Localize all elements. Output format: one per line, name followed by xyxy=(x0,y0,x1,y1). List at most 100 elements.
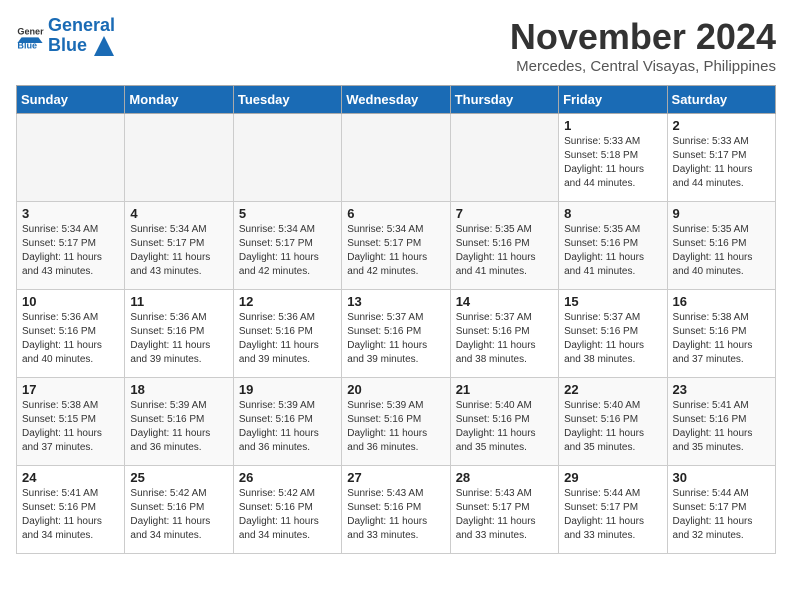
day-number: 3 xyxy=(22,206,119,221)
day-info: Sunrise: 5:34 AM Sunset: 5:17 PM Dayligh… xyxy=(130,223,227,279)
day-info: Sunrise: 5:37 AM Sunset: 5:16 PM Dayligh… xyxy=(564,311,661,367)
calendar-cell: 9Sunrise: 5:35 AM Sunset: 5:16 PM Daylig… xyxy=(667,202,775,290)
day-info: Sunrise: 5:36 AM Sunset: 5:16 PM Dayligh… xyxy=(239,311,336,367)
day-info: Sunrise: 5:35 AM Sunset: 5:16 PM Dayligh… xyxy=(673,223,770,279)
calendar-cell: 23 Sunrise: 5:41 AM Sunset: 5:16 PM Dayli… xyxy=(667,378,775,466)
calendar-cell: 10Sunrise: 5:36 AM Sunset: 5:16 PM Dayli… xyxy=(17,290,125,378)
day-info: Sunrise: 5:36 AM Sunset: 5:16 PM Dayligh… xyxy=(22,311,119,367)
day-number: 6 xyxy=(347,206,444,221)
day-info: Sunrise: 5:37 AM Sunset: 5:16 PM Dayligh… xyxy=(456,311,553,367)
day-info: Sunrise: 5:40 AM Sunset: 5:16 PM Dayligh… xyxy=(456,399,553,455)
day-number: 18 xyxy=(130,382,227,397)
day-number: 5 xyxy=(239,206,336,221)
day-info: Sunrise: 5:38 AM Sunset: 5:16 PM Dayligh… xyxy=(673,311,770,367)
day-info: Sunrise: 5:41 AM Sunset: 5:16 PM Dayligh… xyxy=(673,399,770,455)
day-number: 30 xyxy=(673,470,770,485)
day-info: Sunrise: 5:34 AM Sunset: 5:17 PM Dayligh… xyxy=(239,223,336,279)
day-number: 28 xyxy=(456,470,553,485)
day-number: 16 xyxy=(673,294,770,309)
calendar-cell: 19Sunrise: 5:39 AM Sunset: 5:16 PM Dayli… xyxy=(233,378,341,466)
day-number: 26 xyxy=(239,470,336,485)
logo: General Blue General Blue xyxy=(16,16,115,56)
calendar-cell: 16 Sunrise: 5:38 AM Sunset: 5:16 PM Dayli… xyxy=(667,290,775,378)
day-number: 21 xyxy=(456,382,553,397)
day-number: 17 xyxy=(22,382,119,397)
day-number: 19 xyxy=(239,382,336,397)
calendar-header-row: SundayMondayTuesdayWednesdayThursdayFrid… xyxy=(17,86,776,114)
logo-triangle-icon xyxy=(94,36,114,56)
day-info: Sunrise: 5:41 AM Sunset: 5:16 PM Dayligh… xyxy=(22,487,119,543)
logo-general: General xyxy=(48,15,115,35)
day-number: 1 xyxy=(564,118,661,133)
day-info: Sunrise: 5:40 AM Sunset: 5:16 PM Dayligh… xyxy=(564,399,661,455)
day-number: 15 xyxy=(564,294,661,309)
calendar-cell: 8 Sunrise: 5:35 AM Sunset: 5:16 PM Daylig… xyxy=(559,202,667,290)
month-title: November 2024 xyxy=(510,16,776,58)
location-subtitle: Mercedes, Central Visayas, Philippines xyxy=(510,58,776,75)
day-number: 14 xyxy=(456,294,553,309)
day-info: Sunrise: 5:35 AM Sunset: 5:16 PM Dayligh… xyxy=(564,223,661,279)
calendar-cell: 3 Sunrise: 5:34 AM Sunset: 5:17 PM Daylig… xyxy=(17,202,125,290)
day-number: 2 xyxy=(673,118,770,133)
day-number: 20 xyxy=(347,382,444,397)
day-number: 23 xyxy=(673,382,770,397)
calendar-cell xyxy=(17,114,125,202)
calendar-week-row: 3 Sunrise: 5:34 AM Sunset: 5:17 PM Daylig… xyxy=(17,202,776,290)
day-info: Sunrise: 5:43 AM Sunset: 5:16 PM Dayligh… xyxy=(347,487,444,543)
day-number: 8 xyxy=(564,206,661,221)
header-wednesday: Wednesday xyxy=(342,86,450,114)
day-info: Sunrise: 5:39 AM Sunset: 5:16 PM Dayligh… xyxy=(347,399,444,455)
day-info: Sunrise: 5:42 AM Sunset: 5:16 PM Dayligh… xyxy=(130,487,227,543)
calendar-cell: 17 Sunrise: 5:38 AM Sunset: 5:15 PM Dayli… xyxy=(17,378,125,466)
calendar-cell: 1 Sunrise: 5:33 AM Sunset: 5:18 PM Daylig… xyxy=(559,114,667,202)
svg-text:General: General xyxy=(17,27,44,37)
calendar-cell: 15 Sunrise: 5:37 AM Sunset: 5:16 PM Dayli… xyxy=(559,290,667,378)
page-header: General Blue General Blue November 2024 … xyxy=(16,16,776,75)
calendar-cell: 22 Sunrise: 5:40 AM Sunset: 5:16 PM Dayli… xyxy=(559,378,667,466)
calendar-week-row: 17 Sunrise: 5:38 AM Sunset: 5:15 PM Dayli… xyxy=(17,378,776,466)
day-number: 29 xyxy=(564,470,661,485)
header-thursday: Thursday xyxy=(450,86,558,114)
day-info: Sunrise: 5:33 AM Sunset: 5:17 PM Dayligh… xyxy=(673,135,770,191)
calendar-cell: 25 Sunrise: 5:42 AM Sunset: 5:16 PM Dayli… xyxy=(125,466,233,554)
day-number: 22 xyxy=(564,382,661,397)
calendar-cell xyxy=(125,114,233,202)
calendar-cell: 21 Sunrise: 5:40 AM Sunset: 5:16 PM Dayli… xyxy=(450,378,558,466)
calendar-cell: 13Sunrise: 5:37 AM Sunset: 5:16 PM Dayli… xyxy=(342,290,450,378)
day-info: Sunrise: 5:33 AM Sunset: 5:18 PM Dayligh… xyxy=(564,135,661,191)
day-info: Sunrise: 5:39 AM Sunset: 5:16 PM Dayligh… xyxy=(130,399,227,455)
day-number: 25 xyxy=(130,470,227,485)
calendar-cell: 20 Sunrise: 5:39 AM Sunset: 5:16 PM Dayli… xyxy=(342,378,450,466)
calendar-cell: 11Sunrise: 5:36 AM Sunset: 5:16 PM Dayli… xyxy=(125,290,233,378)
calendar-cell: 12 Sunrise: 5:36 AM Sunset: 5:16 PM Dayli… xyxy=(233,290,341,378)
calendar-cell: 4 Sunrise: 5:34 AM Sunset: 5:17 PM Daylig… xyxy=(125,202,233,290)
header-sunday: Sunday xyxy=(17,86,125,114)
header-saturday: Saturday xyxy=(667,86,775,114)
day-info: Sunrise: 5:34 AM Sunset: 5:17 PM Dayligh… xyxy=(22,223,119,279)
day-info: Sunrise: 5:42 AM Sunset: 5:16 PM Dayligh… xyxy=(239,487,336,543)
logo-blue: Blue xyxy=(48,35,87,55)
day-number: 12 xyxy=(239,294,336,309)
day-info: Sunrise: 5:43 AM Sunset: 5:17 PM Dayligh… xyxy=(456,487,553,543)
day-info: Sunrise: 5:34 AM Sunset: 5:17 PM Dayligh… xyxy=(347,223,444,279)
calendar-cell: 27 Sunrise: 5:43 AM Sunset: 5:16 PM Dayli… xyxy=(342,466,450,554)
calendar-cell: 2 Sunrise: 5:33 AM Sunset: 5:17 PM Daylig… xyxy=(667,114,775,202)
calendar-week-row: 1 Sunrise: 5:33 AM Sunset: 5:18 PM Daylig… xyxy=(17,114,776,202)
day-number: 27 xyxy=(347,470,444,485)
calendar-cell: 5 Sunrise: 5:34 AM Sunset: 5:17 PM Daylig… xyxy=(233,202,341,290)
day-info: Sunrise: 5:44 AM Sunset: 5:17 PM Dayligh… xyxy=(564,487,661,543)
day-number: 13 xyxy=(347,294,444,309)
header-monday: Monday xyxy=(125,86,233,114)
logo-icon: General Blue xyxy=(16,22,44,50)
calendar-cell: 7Sunrise: 5:35 AM Sunset: 5:16 PM Daylig… xyxy=(450,202,558,290)
day-number: 24 xyxy=(22,470,119,485)
calendar-cell: 29 Sunrise: 5:44 AM Sunset: 5:17 PM Dayli… xyxy=(559,466,667,554)
calendar-cell xyxy=(233,114,341,202)
calendar-cell: 6 Sunrise: 5:34 AM Sunset: 5:17 PM Daylig… xyxy=(342,202,450,290)
calendar-table: SundayMondayTuesdayWednesdayThursdayFrid… xyxy=(16,85,776,554)
day-info: Sunrise: 5:38 AM Sunset: 5:15 PM Dayligh… xyxy=(22,399,119,455)
day-info: Sunrise: 5:35 AM Sunset: 5:16 PM Dayligh… xyxy=(456,223,553,279)
day-number: 4 xyxy=(130,206,227,221)
calendar-cell: 14 Sunrise: 5:37 AM Sunset: 5:16 PM Dayli… xyxy=(450,290,558,378)
calendar-cell xyxy=(450,114,558,202)
